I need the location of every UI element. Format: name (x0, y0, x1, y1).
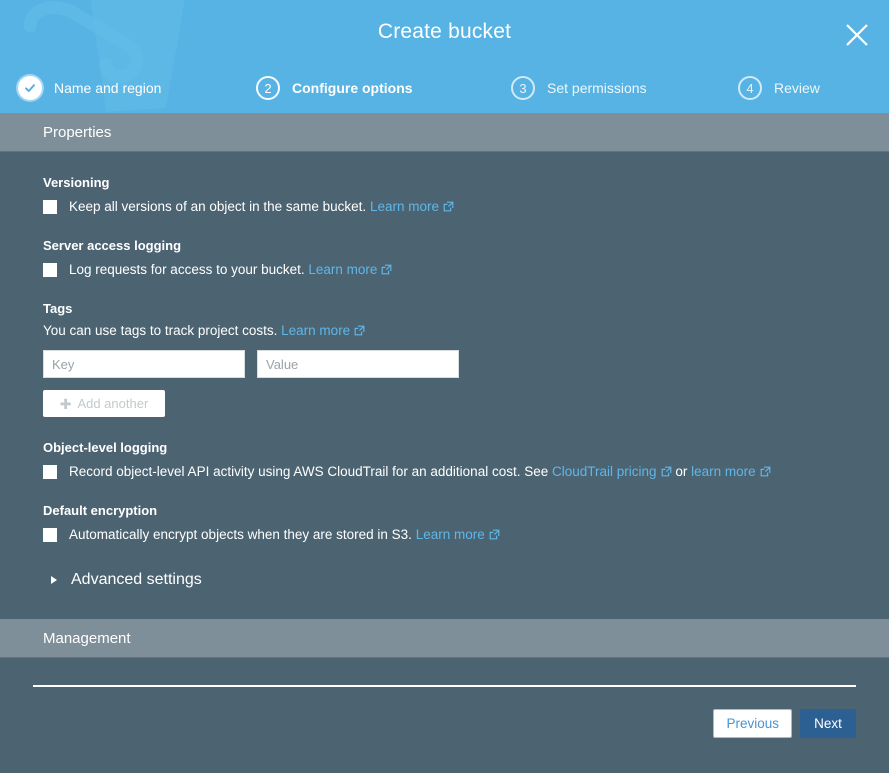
versioning-checkbox[interactable] (43, 200, 57, 214)
external-link-icon (760, 466, 771, 477)
object-level-logging-learn-more-link[interactable]: learn more (691, 464, 756, 479)
external-link-icon (489, 529, 500, 540)
wizard-step-review[interactable]: 4 Review (738, 72, 820, 104)
field-group-default-encryption: Default encryption Automatically encrypt… (0, 480, 889, 543)
advanced-settings-toggle[interactable]: Advanced settings (43, 543, 889, 619)
object-level-logging-text-between: or (675, 464, 688, 479)
step-number-badge: 4 (738, 76, 762, 100)
external-link-icon (661, 466, 672, 477)
group-title: Object-level logging (43, 440, 168, 455)
default-encryption-row: Automatically encrypt objects when they … (43, 518, 889, 543)
wizard-header: Create bucket Name and region 2 Configur… (0, 0, 889, 113)
footer-buttons: Previous Next (0, 687, 889, 738)
chevron-right-icon (51, 576, 57, 584)
section-header-properties: Properties (0, 113, 889, 151)
default-encryption-learn-more-link[interactable]: Learn more (416, 527, 485, 542)
object-level-logging-checkbox[interactable] (43, 465, 57, 479)
object-level-logging-text-before: Record object-level API activity using A… (69, 464, 549, 479)
external-link-icon (443, 201, 454, 212)
properties-panel: Versioning Keep all versions of an objec… (0, 152, 889, 619)
server-access-logging-text: Log requests for access to your bucket. (69, 262, 305, 277)
versioning-text: Keep all versions of an object in the sa… (69, 199, 367, 214)
tags-description: You can use tags to track project costs. (43, 323, 278, 338)
section-title: Properties (43, 123, 112, 141)
wizard-step-label: Name and region (54, 80, 162, 96)
object-level-logging-description: Record object-level API activity using A… (69, 464, 771, 480)
previous-button[interactable]: Previous (713, 709, 792, 738)
versioning-row: Keep all versions of an object in the sa… (43, 190, 889, 215)
wizard-step-set-permissions[interactable]: 3 Set permissions (511, 72, 647, 104)
wizard-steps: Name and region 2 Configure options 3 Se… (0, 72, 889, 104)
external-link-icon (381, 264, 392, 275)
wizard-step-label: Set permissions (547, 80, 647, 96)
tag-inputs (43, 338, 889, 378)
object-level-logging-row: Record object-level API activity using A… (43, 455, 889, 480)
versioning-learn-more-link[interactable]: Learn more (370, 199, 439, 214)
wizard-step-name-and-region[interactable]: Name and region (18, 72, 161, 104)
server-access-logging-row: Log requests for access to your bucket. … (43, 253, 889, 278)
group-title: Server access logging (43, 238, 182, 253)
wizard-step-label: Review (774, 80, 820, 96)
section-header-management[interactable]: Management (0, 619, 889, 657)
server-access-logging-checkbox[interactable] (43, 263, 57, 277)
section-title: Management (43, 629, 131, 647)
server-access-logging-description: Log requests for access to your bucket. … (69, 262, 392, 278)
default-encryption-checkbox[interactable] (43, 528, 57, 542)
wizard-step-label: Configure options (292, 80, 413, 96)
versioning-description: Keep all versions of an object in the sa… (69, 199, 454, 215)
plus-icon: ✚ (59, 395, 72, 412)
default-encryption-text: Automatically encrypt objects when they … (69, 527, 412, 542)
close-icon[interactable] (842, 20, 872, 50)
tag-key-input[interactable] (43, 350, 245, 378)
tags-description-row: You can use tags to track project costs.… (43, 316, 889, 338)
step-number-badge: 3 (511, 76, 535, 100)
next-button[interactable]: Next (800, 709, 856, 738)
dialog-footer: Previous Next (0, 685, 889, 738)
band-divider (0, 657, 889, 658)
field-group-advanced-settings: Advanced settings (0, 543, 889, 619)
step-number-badge: 2 (256, 76, 280, 100)
add-another-tag-button[interactable]: ✚ Add another (43, 390, 165, 417)
page-title: Create bucket (377, 20, 512, 43)
field-group-object-level-logging: Object-level logging Record object-level… (0, 417, 889, 480)
advanced-settings-label: Advanced settings (71, 571, 202, 588)
tags-learn-more-link[interactable]: Learn more (281, 323, 350, 338)
cloudtrail-pricing-link[interactable]: CloudTrail pricing (552, 464, 657, 479)
default-encryption-description: Automatically encrypt objects when they … (69, 527, 500, 543)
field-group-tags: Tags You can use tags to track project c… (0, 278, 889, 417)
server-access-logging-learn-more-link[interactable]: Learn more (308, 262, 377, 277)
group-title: Default encryption (43, 503, 158, 518)
tag-value-input[interactable] (257, 350, 459, 378)
field-group-server-access-logging: Server access logging Log requests for a… (0, 215, 889, 278)
external-link-icon (354, 325, 365, 336)
wizard-step-configure-options[interactable]: 2 Configure options (256, 72, 413, 104)
step-completed-check-icon (18, 76, 42, 100)
group-title: Versioning (43, 175, 110, 190)
add-another-label: Add another (77, 396, 149, 411)
field-group-versioning: Versioning Keep all versions of an objec… (0, 152, 889, 215)
group-title: Tags (43, 301, 73, 316)
